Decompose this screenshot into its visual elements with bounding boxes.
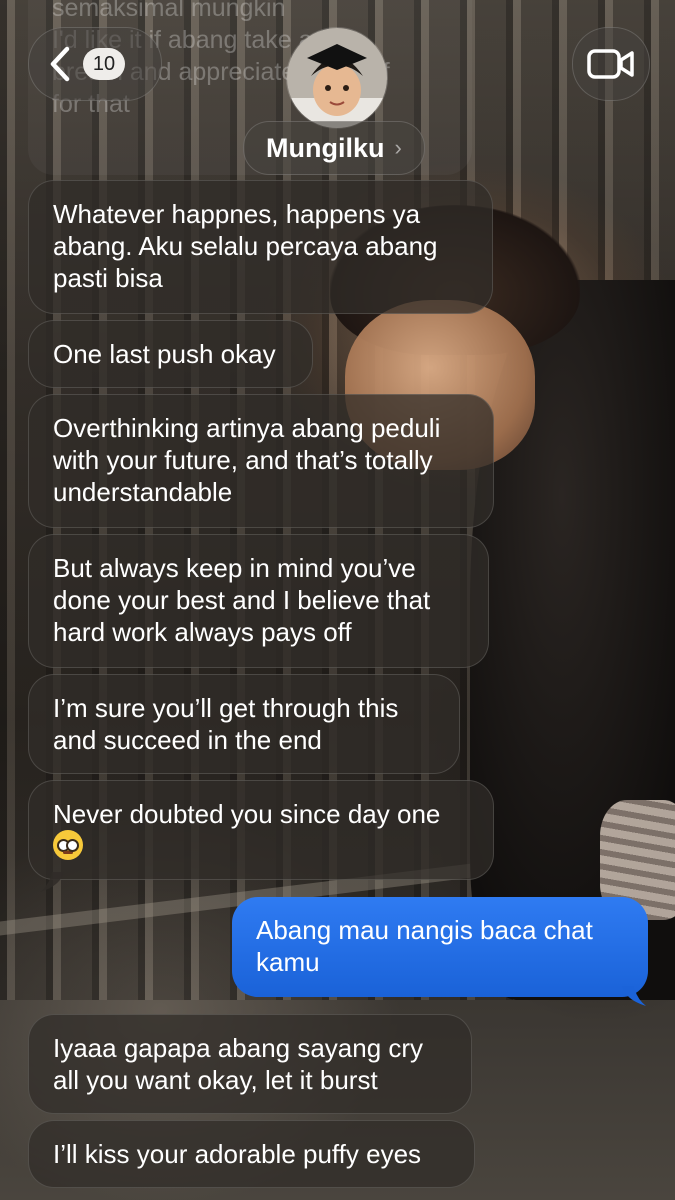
message-text-line: One last push okay [53,339,276,369]
chevron-left-icon [50,46,70,82]
video-call-button[interactable] [572,27,650,101]
message-text-line: Never doubted you since day one [53,799,441,829]
message-text-line: Iyaaa gapapa abang sayang cry [53,1033,424,1063]
back-button[interactable]: 10 [28,27,162,101]
chevron-right-icon: › [394,135,402,160]
outgoing-bubble-tail [622,986,646,1006]
message-text-line: Whatever happnes, happens ya [53,199,421,229]
message-text-line: pasti bisa [53,263,163,293]
message-text-line: abang. Aku selalu percaya abang [53,231,438,261]
avatar-photo [287,28,387,128]
message-bubble-incoming[interactable]: Never doubted you since day one [28,780,494,880]
message-text-line: and succeed in the end [53,725,322,755]
message-text-line: with your future, and that’s totally [53,445,433,475]
message-bubble-outgoing[interactable]: Abang mau nangis baca chat kamu [232,897,648,997]
message-bubble-incoming[interactable]: Overthinking artinya abang peduli with y… [28,394,494,528]
previous-message-line: semaksimal mungkin [52,0,286,22]
message-bubble-incoming[interactable]: Whatever happnes, happens ya abang. Aku … [28,180,493,314]
message-text-line: understandable [53,477,233,507]
message-text-line: kamu [256,947,320,977]
message-text-line: all you want okay, let it burst [53,1065,378,1095]
message-text-line: I’ll kiss your adorable puffy eyes [53,1139,422,1169]
message-text-line: done your best and I believe that [53,585,431,615]
message-text-line: Overthinking artinya abang peduli [53,413,441,443]
contact-name: Mungilku [266,132,385,163]
message-text-line: Abang mau nangis baca chat [256,915,593,945]
contact-avatar[interactable] [286,27,388,129]
message-bubble-incoming[interactable]: One last push okay [28,320,313,388]
nerd-face-emoji [53,830,83,860]
message-bubble-incoming[interactable]: I’m sure you’ll get through this and suc… [28,674,460,774]
unread-count-badge: 10 [83,48,125,80]
message-emoji-line [53,830,469,863]
message-bubble-incoming[interactable]: Iyaaa gapapa abang sayang cry all you wa… [28,1014,472,1114]
message-text-line: hard work always pays off [53,617,352,647]
incoming-bubble-tail [40,872,64,892]
contact-name-button[interactable]: Mungilku › [243,121,425,175]
message-bubble-incoming[interactable]: But always keep in mind you’ve done your… [28,534,489,668]
video-camera-icon [587,49,634,79]
message-bubble-incoming[interactable]: I’ll kiss your adorable puffy eyes [28,1120,475,1188]
message-text-line: But always keep in mind you’ve [53,553,416,583]
message-text-line: I’m sure you’ll get through this [53,693,399,723]
